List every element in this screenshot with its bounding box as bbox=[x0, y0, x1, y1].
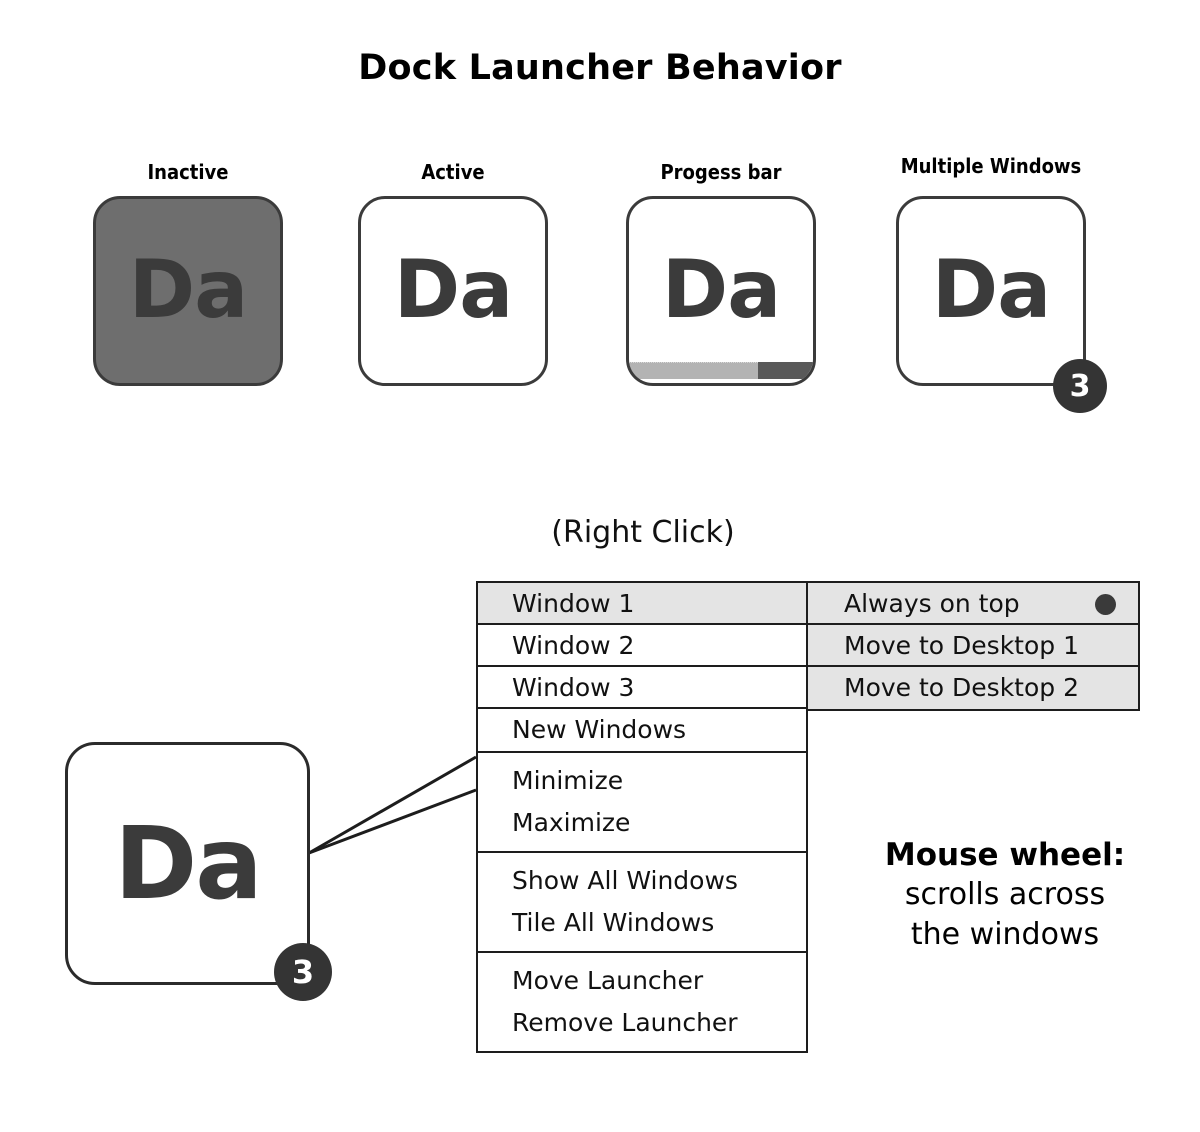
menu-item[interactable]: Window 3 bbox=[478, 667, 806, 709]
submenu-item-label: Move to Desktop 1 bbox=[844, 631, 1079, 660]
right-click-caption: (Right Click) bbox=[551, 515, 735, 550]
menu-group: Show All Windows Tile All Windows bbox=[478, 853, 806, 953]
context-submenu[interactable]: Always on top Move to Desktop 1 Move to De… bbox=[808, 581, 1140, 711]
launcher-glyph: Da bbox=[114, 805, 263, 922]
state-active: Active Da bbox=[330, 150, 576, 410]
launcher-icon-multiple[interactable]: Da bbox=[896, 196, 1086, 386]
radio-dot-icon[interactable] bbox=[1095, 594, 1116, 615]
window-count-badge: 3 bbox=[1053, 359, 1107, 413]
launcher-glyph: Da bbox=[393, 242, 513, 336]
menu-group: Minimize Maximize bbox=[478, 753, 806, 853]
state-inactive: Inactive Da bbox=[65, 150, 311, 410]
menu-item[interactable]: Show All Windows bbox=[478, 860, 806, 902]
submenu-item-label: Move to Desktop 2 bbox=[844, 673, 1079, 702]
context-menu[interactable]: Window 1 Window 2 Window 3 New Windows Minim… bbox=[476, 581, 808, 1053]
launcher-icon-active[interactable]: Da bbox=[358, 196, 548, 386]
menu-group: Move Launcher Remove Launcher bbox=[478, 953, 806, 1051]
progress-bar-track bbox=[629, 362, 813, 379]
menu-item[interactable]: New Windows bbox=[478, 709, 806, 751]
launcher-glyph: Da bbox=[931, 242, 1051, 336]
page-title: Dock Launcher Behavior bbox=[358, 48, 842, 88]
mouse-wheel-note: Mouse wheel: scrolls across the windows bbox=[845, 837, 1165, 954]
menu-item[interactable]: Maximize bbox=[478, 802, 806, 844]
menu-item[interactable]: Move Launcher bbox=[478, 960, 806, 1002]
state-multiple-windows: Multiple Windows Da 3 bbox=[868, 150, 1114, 413]
launcher-icon-context[interactable]: Da bbox=[65, 742, 310, 985]
mouse-wheel-title: Mouse wheel: bbox=[884, 837, 1126, 873]
state-progress: Progess bar Da bbox=[598, 150, 844, 410]
submenu-item-label: Always on top bbox=[844, 589, 1020, 618]
state-label-active: Active bbox=[421, 160, 485, 184]
state-label-multiple-windows: Multiple Windows bbox=[900, 154, 1082, 178]
menu-item[interactable]: Minimize bbox=[478, 760, 806, 802]
submenu-item[interactable]: Move to Desktop 1 bbox=[808, 625, 1138, 667]
menu-item[interactable]: Window 2 bbox=[478, 625, 806, 667]
launcher-icon-progress[interactable]: Da bbox=[626, 196, 816, 386]
launcher-glyph: Da bbox=[128, 242, 248, 336]
launcher-icon-inactive[interactable]: Da bbox=[93, 196, 283, 386]
submenu-item[interactable]: Always on top bbox=[808, 583, 1138, 625]
state-label-inactive: Inactive bbox=[147, 160, 229, 184]
state-label-progress: Progess bar bbox=[660, 160, 782, 184]
submenu-item[interactable]: Move to Desktop 2 bbox=[808, 667, 1138, 709]
menu-item[interactable]: Remove Launcher bbox=[478, 1002, 806, 1044]
menu-group: Window 1 Window 2 Window 3 New Windows bbox=[478, 583, 806, 753]
window-count-badge-context: 3 bbox=[274, 943, 332, 1001]
mouse-wheel-line2: the windows bbox=[910, 917, 1100, 953]
mouse-wheel-line1: scrolls across bbox=[904, 876, 1106, 912]
menu-item[interactable]: Tile All Windows bbox=[478, 902, 806, 944]
progress-bar-fill bbox=[629, 362, 758, 379]
launcher-states-row: Inactive Da Active Da Progess bar Da Mul… bbox=[0, 150, 1200, 413]
menu-item[interactable]: Window 1 bbox=[478, 583, 806, 625]
launcher-glyph: Da bbox=[661, 242, 781, 336]
